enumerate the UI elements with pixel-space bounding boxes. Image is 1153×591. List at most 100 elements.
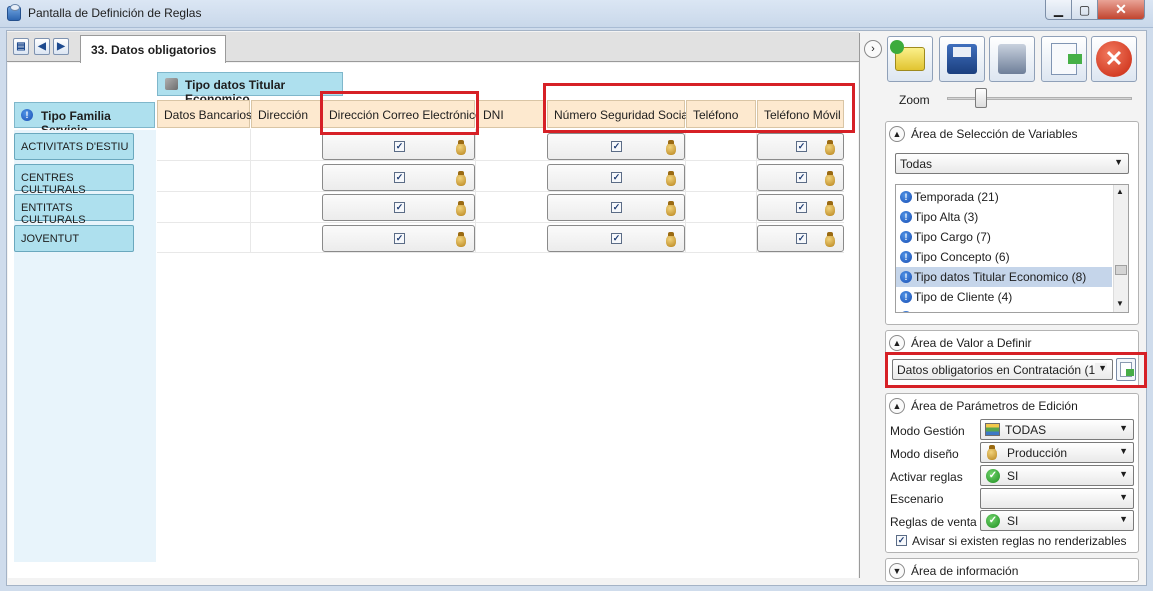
minimize-button[interactable]: ▁ — [1045, 0, 1072, 20]
rule-cell[interactable]: ✓ — [322, 164, 475, 191]
books-icon — [985, 423, 1000, 436]
money-bag-icon[interactable] — [666, 232, 676, 247]
rule-cell[interactable]: ✓ — [547, 133, 685, 160]
collapse-variables-icon[interactable]: ▲ — [889, 126, 905, 142]
scroll-up-icon[interactable]: ▲ — [1116, 187, 1124, 196]
rule-cell[interactable]: ✓ — [547, 164, 685, 191]
variable-item[interactable]: ! Tipo Alta (3) — [896, 207, 1112, 227]
rule-cell[interactable]: ✓ — [322, 225, 475, 252]
check-circle-icon: ✓ — [986, 469, 1000, 483]
settings-press-button[interactable] — [989, 36, 1035, 82]
modo-diseno-label: Modo diseño — [890, 447, 959, 461]
money-bag-icon[interactable] — [825, 232, 835, 247]
col-divider — [475, 129, 476, 253]
money-bag-icon[interactable] — [666, 171, 676, 186]
row-header[interactable]: CENTRES CULTURALS — [14, 164, 134, 196]
collapse-sidebar-button[interactable]: › — [864, 40, 882, 58]
tab-prev-icon[interactable]: ◀ — [34, 38, 50, 55]
variable-item[interactable]: ! Temporada (21) — [896, 187, 1112, 207]
collapse-value-icon[interactable]: ▲ — [889, 335, 905, 351]
row-divider — [157, 160, 844, 161]
rule-checkbox[interactable]: ✓ — [394, 141, 405, 152]
chevron-down-icon: ▼ — [1119, 423, 1128, 433]
rule-checkbox[interactable]: ✓ — [796, 172, 807, 183]
variables-list[interactable]: ! Temporada (21)! Tipo Alta (3)! Tipo Cargo… — [895, 184, 1129, 313]
variable-item[interactable]: !Tipo Día (2) — [896, 307, 1112, 312]
reglas-venta-select[interactable]: ✓ SI ▼ — [980, 510, 1134, 531]
money-bag-icon[interactable] — [456, 140, 466, 155]
column-header[interactable]: Dirección — [251, 100, 321, 128]
rule-checkbox[interactable]: ✓ — [611, 172, 622, 183]
activar-reglas-select[interactable]: ✓ SI ▼ — [980, 465, 1134, 486]
maximize-button[interactable]: ▢ — [1071, 0, 1098, 20]
chevron-down-icon: ▼ — [1114, 157, 1123, 167]
rule-checkbox[interactable]: ✓ — [394, 172, 405, 183]
info-icon: ! — [900, 191, 912, 203]
info-icon: ! — [900, 251, 912, 263]
avisar-label: Avisar si existen reglas no renderizable… — [912, 534, 1127, 548]
tab-menu-icon[interactable]: ▤ — [13, 38, 29, 55]
variable-item-label: Tipo Alta (3) — [914, 210, 979, 224]
money-bag-icon[interactable] — [456, 201, 466, 216]
modo-gestion-select[interactable]: TODAS ▼ — [980, 419, 1134, 440]
avisar-checkbox[interactable]: ✓ — [896, 535, 907, 546]
rule-checkbox[interactable]: ✓ — [796, 233, 807, 244]
collapse-params-icon[interactable]: ▲ — [889, 398, 905, 414]
variable-item[interactable]: ! Tipo datos Titular Economico (8) — [896, 267, 1112, 287]
scroll-thumb[interactable] — [1115, 265, 1127, 275]
row-header[interactable]: JOVENTUT — [14, 225, 134, 252]
row-divider — [157, 222, 844, 223]
info-panel-title: Área de información — [911, 564, 1019, 578]
export-icon — [1051, 43, 1082, 75]
modo-diseno-select[interactable]: Producción ▼ — [980, 442, 1134, 463]
money-bag-icon[interactable] — [666, 201, 676, 216]
rule-checkbox[interactable]: ✓ — [394, 202, 405, 213]
open-folder-button[interactable] — [887, 36, 933, 82]
variable-item[interactable]: ! Tipo de Cliente (4) — [896, 287, 1112, 307]
money-bag-icon[interactable] — [825, 140, 835, 155]
column-header[interactable]: DNI — [476, 100, 546, 128]
money-bag-icon[interactable] — [456, 171, 466, 186]
row-header[interactable]: ACTIVITATS D'ESTIU — [14, 133, 134, 160]
export-button[interactable] — [1041, 36, 1087, 82]
rule-cell[interactable]: ✓ — [757, 133, 844, 160]
rule-cell[interactable]: ✓ — [757, 164, 844, 191]
close-window-button[interactable]: ✕ — [1097, 0, 1145, 20]
money-bag-icon[interactable] — [825, 201, 835, 216]
rule-checkbox[interactable]: ✓ — [796, 202, 807, 213]
save-button[interactable] — [939, 36, 985, 82]
variable-item[interactable]: ! Tipo Concepto (6) — [896, 247, 1112, 267]
variables-filter-select[interactable]: Todas ▼ — [895, 153, 1129, 174]
rule-cell[interactable]: ✓ — [547, 194, 685, 221]
cancel-button[interactable]: ✕ — [1091, 36, 1137, 82]
money-bag-icon[interactable] — [456, 232, 466, 247]
money-bag-icon[interactable] — [666, 140, 676, 155]
rule-cell[interactable]: ✓ — [757, 194, 844, 221]
group-header: Tipo datos Titular Economico — [157, 72, 343, 106]
expand-info-icon[interactable]: ▼ — [889, 563, 905, 579]
rule-cell[interactable]: ✓ — [322, 133, 475, 160]
variables-scrollbar[interactable]: ▲ ▼ — [1113, 185, 1128, 312]
row-header[interactable]: ENTITATS CULTURALS — [14, 194, 134, 226]
zoom-slider-thumb[interactable] — [975, 88, 987, 108]
tab-next-icon[interactable]: ▶ — [53, 38, 69, 55]
rule-checkbox[interactable]: ✓ — [796, 141, 807, 152]
rule-cell[interactable]: ✓ — [322, 194, 475, 221]
variable-item[interactable]: ! Tipo Cargo (7) — [896, 227, 1112, 247]
column-header[interactable]: Datos Bancarios — [157, 100, 252, 128]
variable-item-label: Tipo datos Titular Economico (8) — [914, 270, 1087, 284]
escenario-select[interactable]: ▼ — [980, 488, 1134, 509]
rule-checkbox[interactable]: ✓ — [611, 202, 622, 213]
rule-cell[interactable]: ✓ — [547, 225, 685, 252]
money-bag-icon[interactable] — [825, 171, 835, 186]
escenario-label: Escenario — [890, 492, 944, 506]
rule-checkbox[interactable]: ✓ — [611, 233, 622, 244]
rule-checkbox[interactable]: ✓ — [611, 141, 622, 152]
scroll-down-icon[interactable]: ▼ — [1116, 299, 1124, 308]
rule-cell[interactable]: ✓ — [757, 225, 844, 252]
sidebar-splitter — [859, 33, 860, 578]
info-icon: ! — [900, 311, 912, 312]
tab-datos-obligatorios[interactable]: 33. Datos obligatorios — [80, 35, 226, 63]
modo-gestion-label: Modo Gestión — [890, 424, 965, 438]
rule-checkbox[interactable]: ✓ — [394, 233, 405, 244]
